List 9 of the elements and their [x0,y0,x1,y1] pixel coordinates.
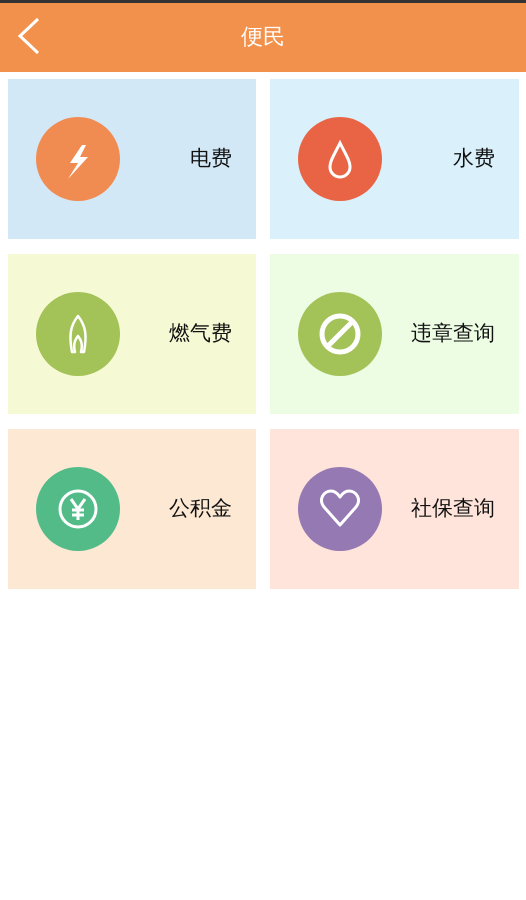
service-tile[interactable]: 社保查询 [270,429,519,589]
service-tile[interactable]: 水费 [270,79,519,239]
service-tile[interactable]: 违章查询 [270,254,519,414]
page-title: 便民 [241,25,285,50]
prohibited-icon [318,312,362,356]
service-tile[interactable]: 公积金 [8,429,256,589]
service-tile[interactable]: 燃气费 [8,254,256,414]
service-tile[interactable]: 电费 [8,79,256,239]
yen-coin-icon [56,487,100,531]
